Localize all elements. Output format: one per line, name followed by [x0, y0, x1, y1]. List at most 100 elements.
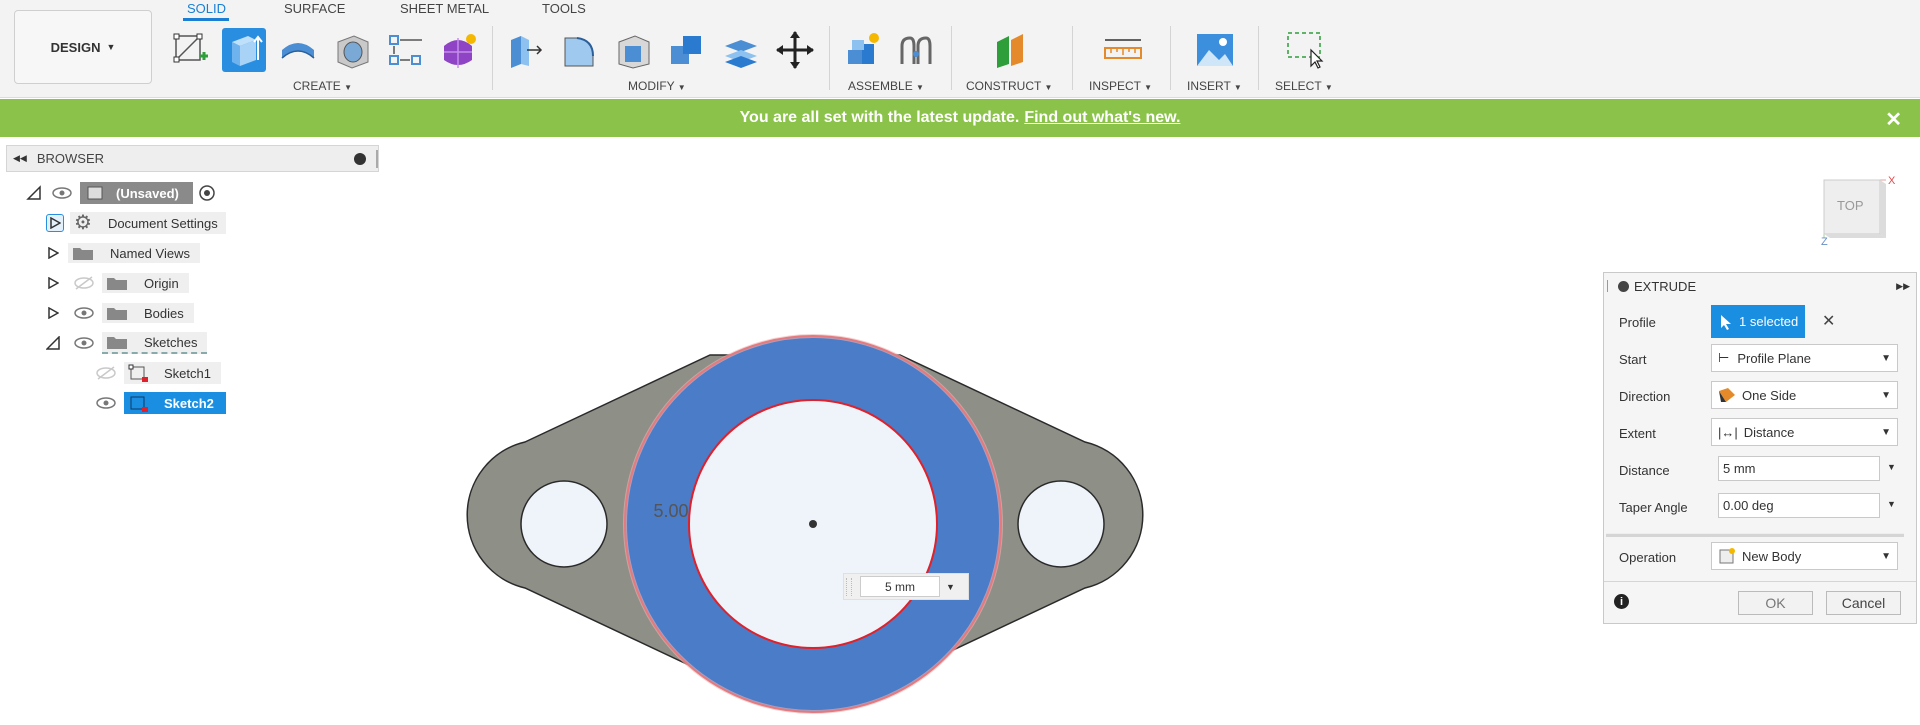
distance-value-field[interactable]: 5 mm	[860, 576, 940, 597]
tree-item-label: Origin	[144, 275, 179, 291]
tab-sheet-metal[interactable]: SHEET METAL	[400, 1, 489, 16]
caret-down-icon[interactable]: ▼	[1887, 499, 1896, 509]
new-component-tool[interactable]	[840, 28, 884, 72]
tree-item-sketch2[interactable]: Sketch2	[94, 390, 226, 416]
joint-icon	[900, 36, 932, 64]
folder-icon	[107, 308, 127, 320]
construct-menu[interactable]: CONSTRUCT ▼	[966, 79, 1052, 93]
viewcube[interactable]: TOP X Z	[1816, 168, 1906, 250]
tree-item-sketch1[interactable]: Sketch1	[94, 360, 221, 386]
caret-down-icon[interactable]: ▼	[1887, 462, 1896, 472]
press-pull-tool[interactable]	[503, 28, 547, 72]
offset-plane-tool[interactable]	[989, 28, 1033, 72]
extrude-header[interactable]: EXTRUDE ▶▶	[1604, 273, 1916, 299]
cancel-button[interactable]: Cancel	[1826, 591, 1901, 615]
activate-radio-icon[interactable]	[197, 183, 217, 203]
drag-grip-icon[interactable]	[846, 577, 852, 596]
form-tool[interactable]	[436, 28, 480, 72]
folder-icon	[107, 278, 127, 290]
ok-button[interactable]: OK	[1738, 591, 1813, 615]
measure-tool[interactable]	[1101, 28, 1145, 72]
workspace-label: DESIGN	[50, 39, 101, 55]
collapse-triangle-icon[interactable]	[26, 185, 42, 201]
model-canvas[interactable]: 5.00	[400, 320, 1200, 720]
profile-selection-button[interactable]: 1 selected	[1711, 305, 1805, 338]
select-tool[interactable]	[1283, 28, 1327, 72]
taper-angle-input[interactable]: 0.00 deg	[1718, 493, 1880, 518]
tab-solid[interactable]: SOLID	[187, 1, 226, 16]
whats-new-link[interactable]: Find out what's new.	[1024, 109, 1180, 127]
modify-menu[interactable]: MODIFY ▼	[628, 79, 686, 93]
collapse-triangle-icon[interactable]	[46, 336, 60, 350]
tree-root[interactable]: (Unsaved)	[26, 180, 217, 206]
workspace-switcher-button[interactable]: DESIGN ▼	[14, 10, 152, 84]
distance-input[interactable]: 5 mm	[1718, 456, 1880, 481]
eye-icon[interactable]	[72, 335, 96, 351]
operation-select[interactable]: New Body ▼	[1711, 542, 1898, 570]
revolve-tool[interactable]	[276, 28, 320, 72]
offset-face-tool[interactable]	[719, 28, 763, 72]
update-banner: You are all set with the latest update. …	[0, 99, 1920, 137]
tree-item-sketches[interactable]: Sketches	[46, 330, 208, 356]
eye-icon[interactable]	[94, 395, 118, 411]
extrude-tool[interactable]	[222, 28, 266, 72]
assemble-menu-label: ASSEMBLE	[848, 79, 913, 93]
fillet-tool[interactable]	[557, 28, 601, 72]
joint-tool[interactable]	[894, 28, 938, 72]
axis-z-label: Z	[1821, 236, 1828, 248]
caret-down-icon: ▼	[1324, 83, 1333, 92]
tree-item-origin[interactable]: Origin	[46, 270, 189, 296]
caret-down-icon[interactable]: ▼	[946, 582, 955, 592]
divider	[1072, 26, 1073, 90]
combine-tool[interactable]	[665, 28, 709, 72]
canvas-distance-input[interactable]: 5 mm ▼	[843, 573, 969, 600]
eye-hidden-icon[interactable]	[72, 275, 96, 291]
pattern-tool[interactable]	[384, 28, 428, 72]
create-menu[interactable]: CREATE ▼	[293, 79, 352, 93]
expand-triangle-icon[interactable]	[46, 246, 60, 260]
tab-surface[interactable]: SURFACE	[284, 1, 345, 16]
tree-item-bodies[interactable]: Bodies	[46, 300, 194, 326]
grip-icon[interactable]	[1607, 280, 1610, 292]
eye-hidden-icon[interactable]	[94, 365, 118, 381]
minimize-icon[interactable]	[1618, 280, 1629, 292]
tree-item-named-views[interactable]: Named Views	[46, 240, 200, 266]
root-label: (Unsaved)	[116, 185, 179, 201]
move-tool[interactable]	[773, 28, 817, 72]
expand-triangle-icon[interactable]	[46, 306, 60, 320]
root-label-box[interactable]: (Unsaved)	[80, 182, 193, 204]
insert-menu[interactable]: INSERT ▼	[1187, 79, 1242, 93]
extent-select[interactable]: |↔| Distance ▼	[1711, 418, 1898, 446]
tree-item-box: Named Views	[68, 243, 200, 263]
start-select[interactable]: ⊢ Profile Plane ▼	[1711, 344, 1898, 372]
clear-selection-icon[interactable]: ✕	[1822, 311, 1835, 331]
tree-item-document-settings[interactable]: ⚙ Document Settings	[46, 210, 226, 236]
insert-image-tool[interactable]	[1193, 28, 1237, 72]
hole-tool[interactable]	[330, 28, 374, 72]
expand-triangle-icon[interactable]	[46, 276, 60, 290]
inspect-menu[interactable]: INSPECT ▼	[1089, 79, 1152, 93]
extrude-icon	[232, 35, 263, 66]
extrude-title: EXTRUDE	[1634, 278, 1697, 294]
operation-label: Operation	[1619, 550, 1677, 565]
panel-grip-icon[interactable]	[376, 150, 378, 168]
expand-triangle-icon[interactable]	[46, 214, 64, 232]
eye-icon[interactable]	[50, 185, 74, 201]
create-sketch-tool[interactable]	[168, 28, 212, 72]
minimize-icon[interactable]	[354, 153, 366, 165]
tree-item-box: Sketch1	[124, 362, 221, 384]
eye-icon[interactable]	[72, 305, 96, 321]
shell-tool[interactable]	[611, 28, 655, 72]
expand-panel-icon[interactable]: ▶▶	[1896, 281, 1910, 292]
insert-menu-label: INSERT	[1187, 79, 1231, 93]
divider	[492, 26, 493, 90]
close-icon[interactable]: ✕	[1885, 107, 1902, 132]
collapse-panel-icon[interactable]: ◀◀	[13, 153, 27, 164]
center-point	[809, 520, 817, 528]
measure-icon	[1104, 39, 1142, 59]
direction-select[interactable]: One Side ▼	[1711, 381, 1898, 409]
info-icon[interactable]: i	[1614, 594, 1629, 609]
assemble-menu[interactable]: ASSEMBLE ▼	[848, 79, 924, 93]
tab-tools[interactable]: TOOLS	[542, 1, 586, 16]
select-menu[interactable]: SELECT ▼	[1275, 79, 1333, 93]
